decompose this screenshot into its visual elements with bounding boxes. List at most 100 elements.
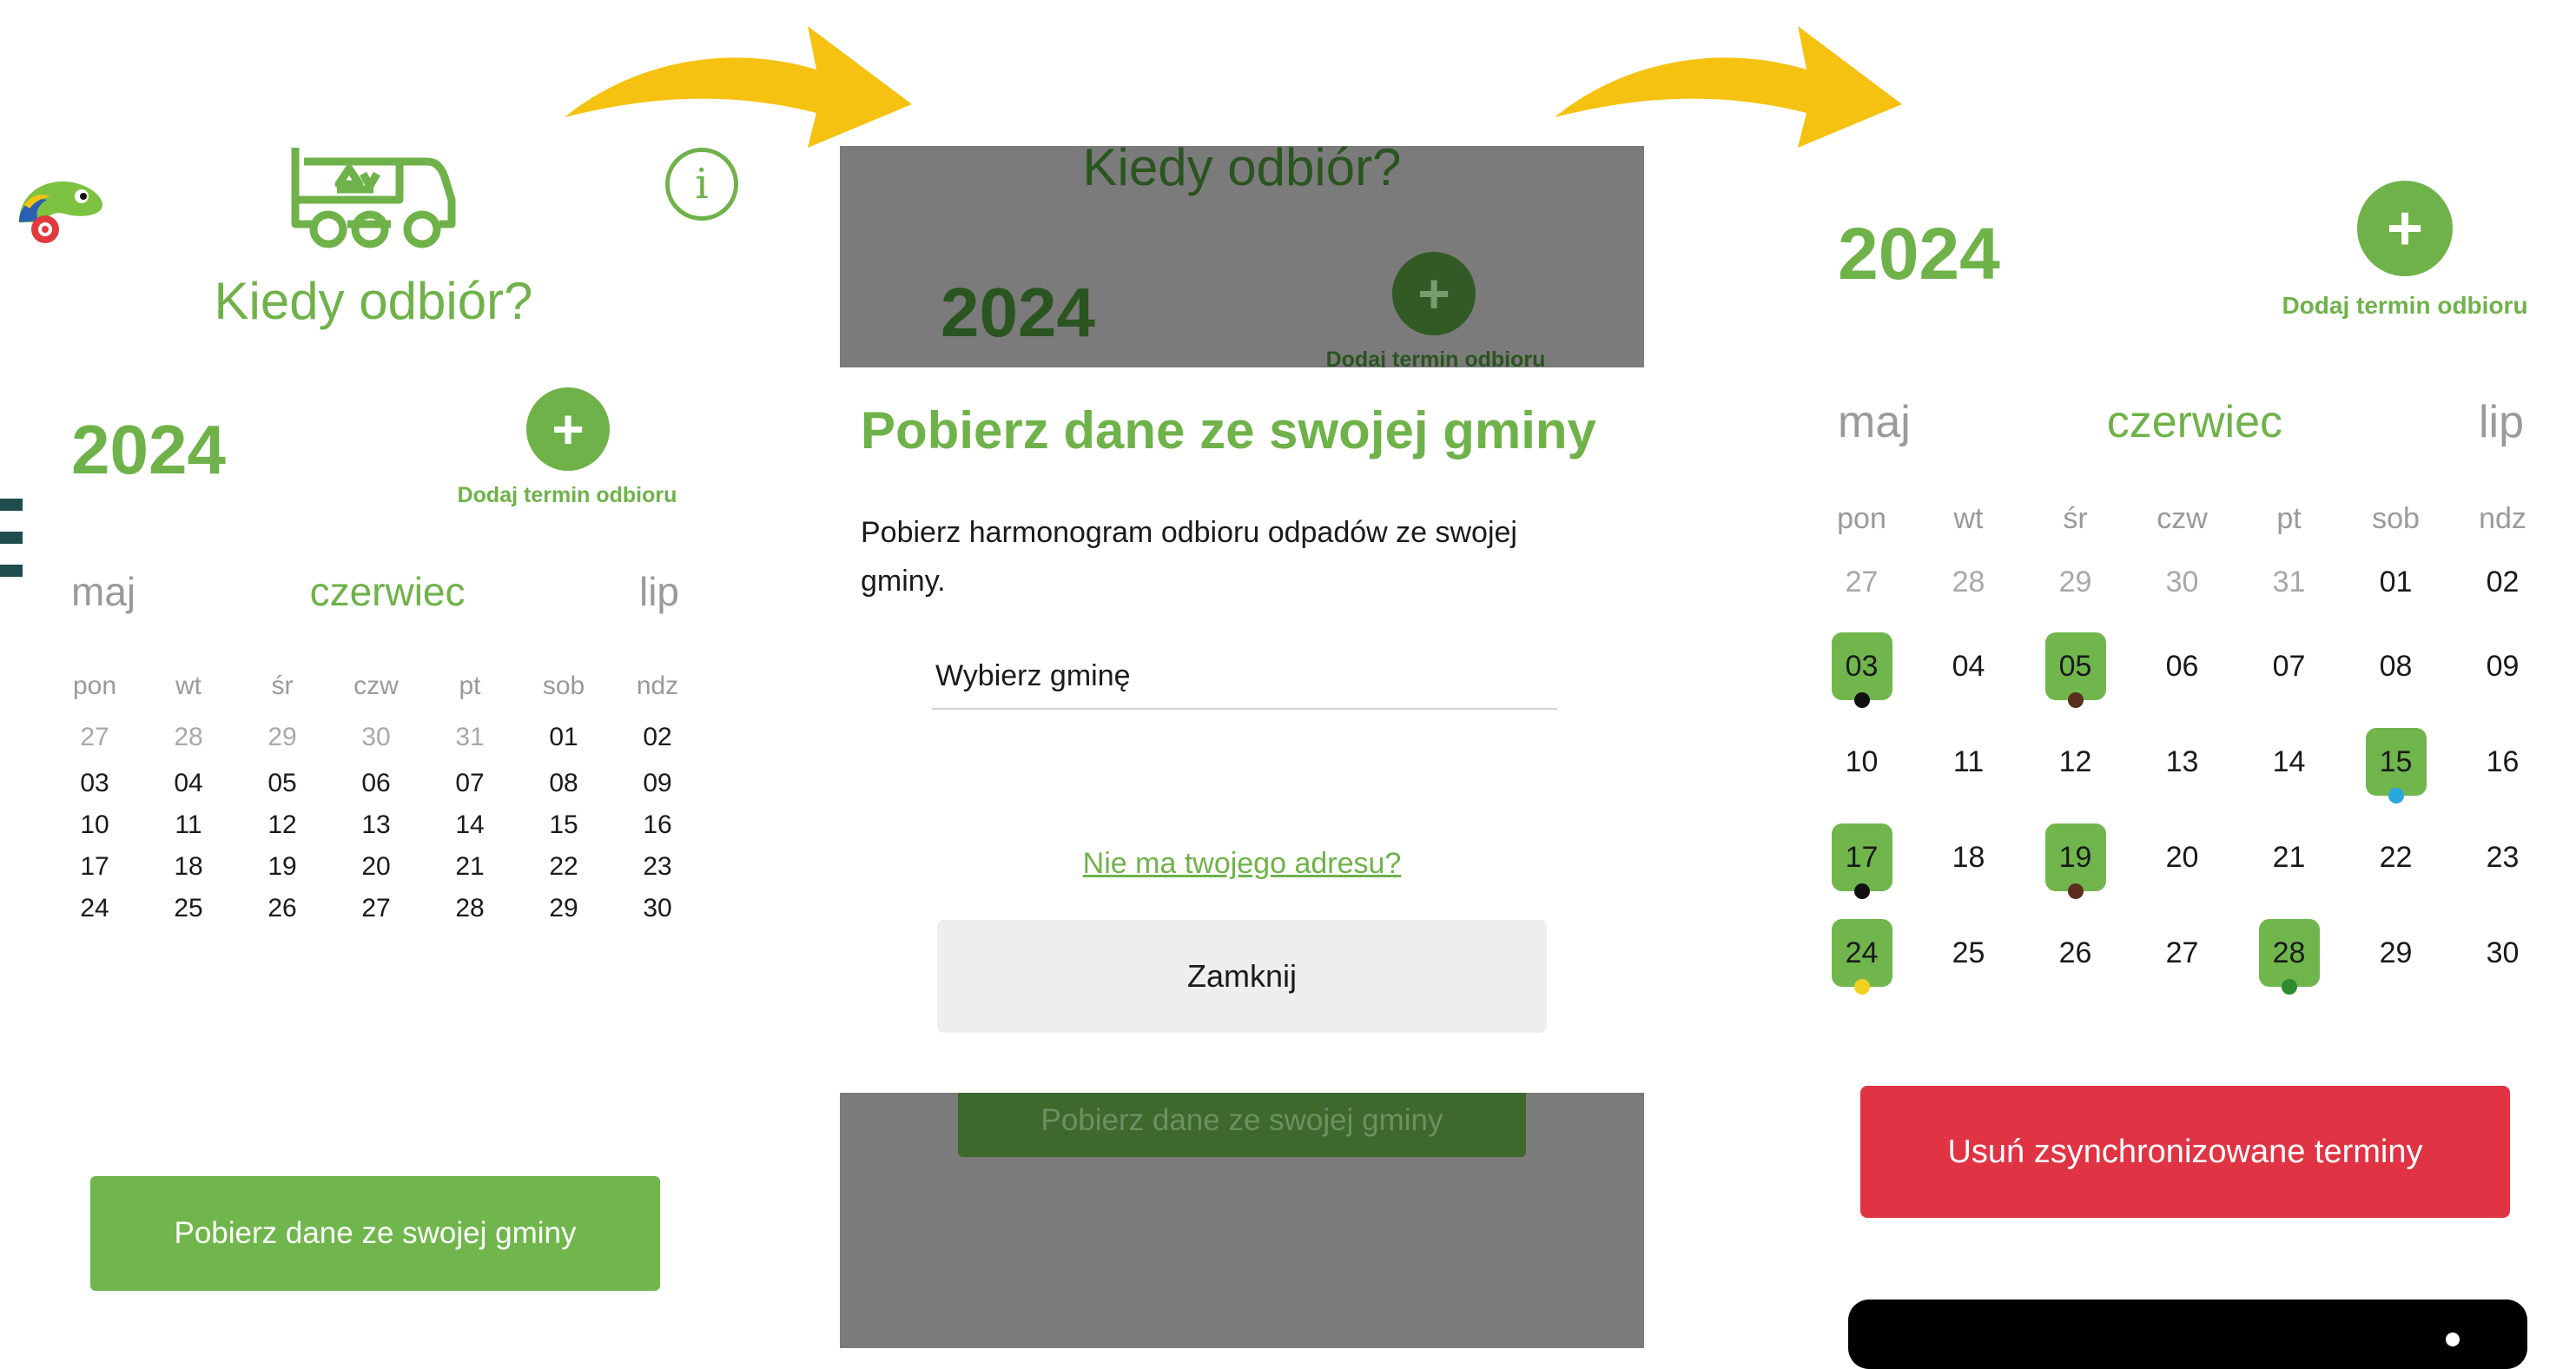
calendar-day[interactable]: 31	[423, 712, 517, 763]
screen-municipality-modal: Kiedy odbiór? 2024 + Dodaj termin odbior…	[840, 146, 1644, 1348]
waste-type-dot-icon	[2281, 979, 2297, 995]
calendar-day[interactable]: 27	[48, 712, 142, 763]
calendar-day[interactable]: 30	[2449, 905, 2556, 1001]
calendar-day[interactable]: 05	[2022, 618, 2129, 714]
calendar-day[interactable]: 25	[142, 888, 235, 929]
calendar-day[interactable]: 03	[1808, 618, 1915, 714]
calendar-day[interactable]: 15	[2342, 714, 2449, 810]
calendar-day[interactable]: 18	[142, 846, 235, 888]
calendar-day[interactable]: 23	[2449, 810, 2556, 905]
calendar-day[interactable]: 07	[2236, 618, 2342, 714]
calendar-day[interactable]: 13	[329, 804, 423, 846]
calendar-day[interactable]: 07	[423, 763, 517, 804]
calendar-day[interactable]: 23	[611, 846, 704, 888]
day-number: 24	[80, 894, 109, 923]
prev-month[interactable]: maj	[1838, 396, 1911, 448]
calendar-day[interactable]: 19	[2022, 810, 2129, 905]
prev-month[interactable]: maj	[71, 568, 135, 615]
calendar-day[interactable]: 08	[517, 763, 611, 804]
calendar-day[interactable]: 16	[611, 804, 704, 846]
day-number: 17	[80, 852, 109, 881]
calendar-day[interactable]: 27	[1808, 546, 1915, 618]
calendar-day[interactable]: 06	[2129, 618, 2236, 714]
calendar-day[interactable]: 16	[2449, 714, 2556, 810]
calendar-day[interactable]: 10	[48, 804, 142, 846]
bg-add-button: +	[1392, 252, 1476, 335]
calendar-day[interactable]: 01	[517, 712, 611, 763]
calendar-day[interactable]: 30	[2129, 546, 2236, 618]
day-number: 29	[268, 723, 297, 751]
weekday-header: pon	[72, 671, 117, 700]
calendar-day[interactable]: 08	[2342, 618, 2449, 714]
close-button[interactable]: Zamknij	[937, 920, 1547, 1033]
calendar-day[interactable]: 04	[142, 763, 235, 804]
calendar-day[interactable]: 27	[329, 888, 423, 929]
add-pickup-label[interactable]: Dodaj termin odbioru	[434, 483, 700, 508]
calendar-day[interactable]: 30	[329, 712, 423, 763]
calendar-day[interactable]: 19	[235, 846, 329, 888]
fetch-municipality-data-button[interactable]: Pobierz dane ze swojej gminy	[90, 1176, 660, 1291]
calendar-day[interactable]: 02	[2449, 546, 2556, 618]
calendar-day[interactable]: 28	[2236, 905, 2342, 1001]
missing-address-link[interactable]: Nie ma twojego adresu?	[840, 847, 1644, 881]
calendar-day[interactable]: 29	[2342, 905, 2449, 1001]
calendar-day[interactable]: 25	[1915, 905, 2022, 1001]
day-number: 17	[1845, 840, 1879, 874]
add-pickup-button[interactable]: +	[526, 387, 610, 471]
calendar-day[interactable]: 03	[48, 763, 142, 804]
calendar-day[interactable]: 09	[611, 763, 704, 804]
calendar-day[interactable]: 31	[2236, 546, 2342, 618]
calendar-day[interactable]: 22	[2342, 810, 2449, 905]
calendar-day[interactable]: 22	[517, 846, 611, 888]
calendar-day[interactable]: 24	[1808, 905, 1915, 1001]
calendar-day[interactable]: 13	[2129, 714, 2236, 810]
day-number: 19	[2058, 840, 2092, 874]
device-frame	[1848, 1300, 2527, 1369]
modal-backdrop-top[interactable]: Kiedy odbiór? 2024 + Dodaj termin odbior…	[840, 146, 1644, 367]
calendar-day[interactable]: 20	[2129, 810, 2236, 905]
calendar-day[interactable]: 11	[1915, 714, 2022, 810]
calendar-day[interactable]: 29	[235, 712, 329, 763]
delete-synced-dates-button[interactable]: Usuń zsynchronizowane terminy	[1860, 1086, 2510, 1218]
calendar-day[interactable]: 27	[2129, 905, 2236, 1001]
day-number: 31	[455, 723, 485, 751]
calendar-day[interactable]: 18	[1915, 810, 2022, 905]
modal-backdrop-bottom[interactable]: Pobierz dane ze swojej gminy	[840, 1093, 1644, 1348]
calendar-day[interactable]: 26	[2022, 905, 2129, 1001]
waste-type-dot-icon	[2067, 883, 2084, 899]
calendar-day[interactable]: 01	[2342, 546, 2449, 618]
calendar-day[interactable]: 21	[423, 846, 517, 888]
calendar-day[interactable]: 28	[1915, 546, 2022, 618]
calendar-day[interactable]: 12	[235, 804, 329, 846]
next-month[interactable]: lip	[639, 568, 679, 615]
calendar-day[interactable]: 05	[235, 763, 329, 804]
calendar-day[interactable]: 09	[2449, 618, 2556, 714]
calendar-day[interactable]: 21	[2236, 810, 2342, 905]
calendar-day[interactable]: 30	[611, 888, 704, 929]
calendar-day[interactable]: 14	[2236, 714, 2342, 810]
municipality-select[interactable]: Wybierz gminę	[932, 644, 1557, 710]
calendar-day[interactable]: 29	[517, 888, 611, 929]
calendar-day[interactable]: 26	[235, 888, 329, 929]
add-pickup-label[interactable]: Dodaj termin odbioru	[2263, 292, 2546, 320]
calendar-day[interactable]: 11	[142, 804, 235, 846]
info-button[interactable]: i	[665, 148, 738, 221]
calendar-day[interactable]: 28	[142, 712, 235, 763]
calendar-day[interactable]: 17	[1808, 810, 1915, 905]
calendar-day[interactable]: 14	[423, 804, 517, 846]
calendar-day[interactable]: 17	[48, 846, 142, 888]
calendar-day[interactable]: 29	[2022, 546, 2129, 618]
calendar-day[interactable]: 28	[423, 888, 517, 929]
calendar-day[interactable]: 06	[329, 763, 423, 804]
calendar-day[interactable]: 02	[611, 712, 704, 763]
calendar-day[interactable]: 12	[2022, 714, 2129, 810]
calendar-day[interactable]: 24	[48, 888, 142, 929]
calendar-day[interactable]: 10	[1808, 714, 1915, 810]
next-month[interactable]: lip	[2479, 396, 2524, 448]
calendar-day[interactable]: 15	[517, 804, 611, 846]
calendar-day[interactable]: 20	[329, 846, 423, 888]
waste-type-dot-icon	[2388, 788, 2404, 804]
add-pickup-button[interactable]: +	[2357, 181, 2453, 276]
menu-icon[interactable]	[0, 499, 23, 579]
calendar-day[interactable]: 04	[1915, 618, 2022, 714]
